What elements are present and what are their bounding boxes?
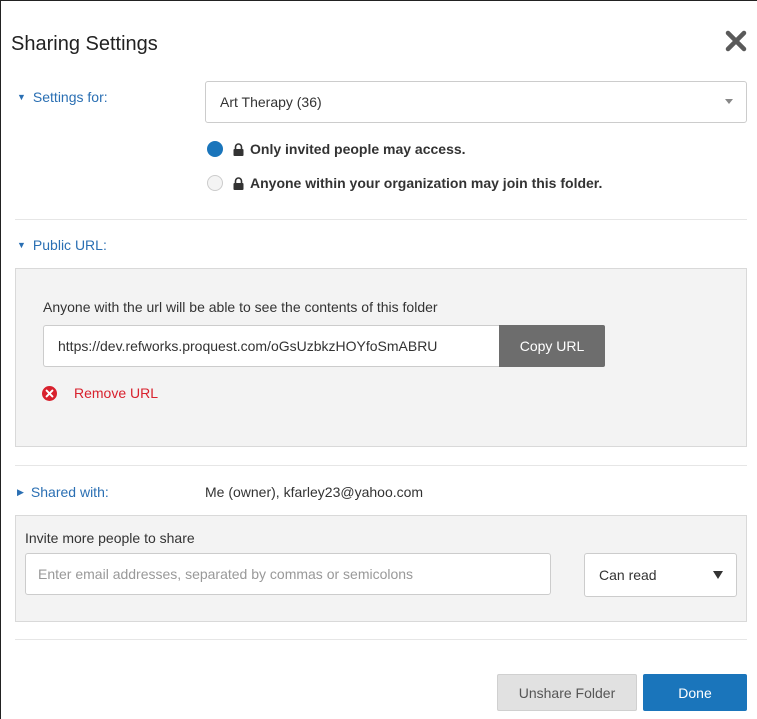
lock-icon [233, 142, 244, 156]
radio-selected[interactable] [207, 141, 223, 157]
access-option-organization[interactable]: Anyone within your organization may join… [207, 175, 602, 191]
divider [15, 465, 747, 466]
remove-url-label: Remove URL [74, 385, 159, 401]
public-url-value: https://dev.refworks.proquest.com/oGsUzb… [58, 338, 438, 354]
invite-email-input[interactable]: Enter email addresses, separated by comm… [25, 553, 551, 595]
shared-with-label: Shared with: [30, 484, 109, 500]
done-button[interactable]: Done [643, 674, 747, 711]
divider [15, 219, 747, 220]
shared-with-value: Me (owner), kfarley23@yahoo.com [205, 484, 424, 500]
copy-url-button[interactable]: Copy URL [499, 325, 605, 367]
chevron-down-icon [713, 571, 723, 579]
caret-down-icon: ▼ [17, 240, 26, 250]
close-icon[interactable] [721, 26, 751, 56]
folder-select-value: Art Therapy (36) [220, 94, 322, 110]
unshare-folder-button[interactable]: Unshare Folder [497, 674, 637, 711]
settings-for-toggle[interactable]: ▼ Settings for: [17, 89, 108, 105]
invite-heading: Invite more people to share [25, 530, 195, 546]
caret-right-icon: ▶ [17, 486, 24, 497]
permission-select[interactable]: Can read [584, 553, 737, 597]
public-url-field[interactable]: https://dev.refworks.proquest.com/oGsUzb… [43, 325, 501, 367]
dialog-title: Sharing Settings [11, 33, 158, 55]
access-option-organization-label: Anyone within your organization may join… [250, 175, 603, 191]
invite-email-placeholder: Enter email addresses, separated by comm… [38, 566, 414, 582]
folder-select[interactable]: Art Therapy (36) [205, 81, 747, 123]
access-option-invited[interactable]: Only invited people may access. [207, 141, 466, 157]
public-url-toggle[interactable]: ▼ Public URL: [17, 237, 107, 253]
settings-for-label: Settings for: [32, 89, 108, 105]
divider [15, 639, 747, 640]
remove-circle-icon [42, 385, 57, 401]
public-url-description: Anyone with the url will be able to see … [43, 299, 438, 315]
public-url-label: Public URL: [32, 237, 107, 253]
permission-select-value: Can read [599, 567, 657, 583]
remove-url-link[interactable]: Remove URL [42, 385, 158, 401]
shared-with-toggle[interactable]: ▶ Shared with: [17, 484, 109, 500]
lock-icon [233, 176, 244, 190]
chevron-down-icon [725, 99, 733, 104]
access-option-invited-label: Only invited people may access. [250, 141, 466, 157]
caret-down-icon: ▼ [17, 92, 26, 102]
radio-unselected[interactable] [207, 175, 223, 191]
